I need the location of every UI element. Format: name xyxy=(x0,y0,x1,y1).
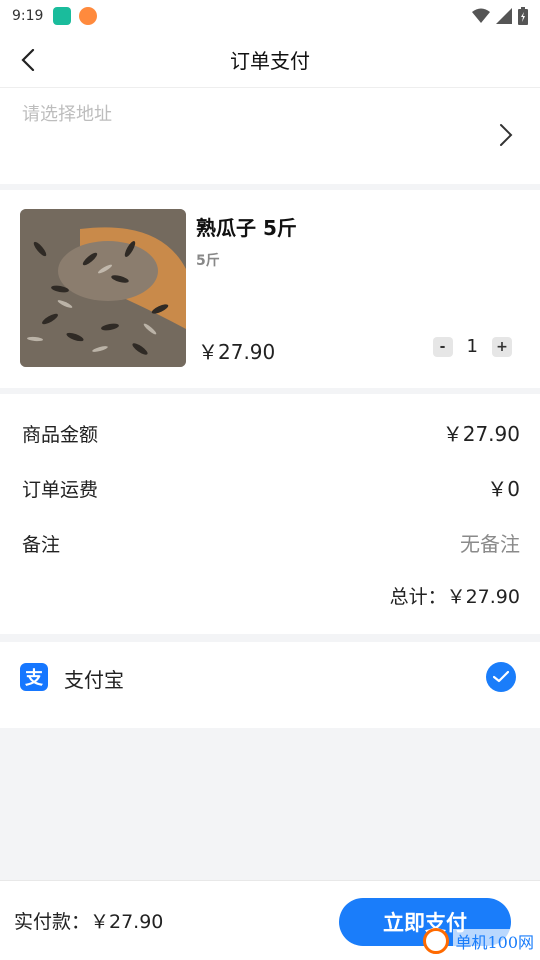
payable-amount: 实付款：￥27.90 xyxy=(14,911,164,933)
address-placeholder: 请选择地址 xyxy=(22,104,112,125)
product-name: 熟瓜子 5斤 xyxy=(196,216,297,240)
product-spec: 5斤 xyxy=(196,253,220,269)
payment-method-alipay[interactable]: 支 支付宝 xyxy=(0,642,540,728)
payment-method-label: 支付宝 xyxy=(64,668,124,692)
nav-bar: 订单支付 xyxy=(0,32,540,88)
page-title: 订单支付 xyxy=(230,49,310,73)
order-total: 总计：￥27.90 xyxy=(389,586,520,608)
product-image xyxy=(20,209,186,367)
payment-selected-checkbox[interactable] xyxy=(486,662,516,692)
product-price: ￥27.90 xyxy=(198,340,276,364)
chevron-left-icon xyxy=(21,49,35,71)
app-notification-icon-2 xyxy=(79,7,98,25)
watermark-logo-icon xyxy=(423,928,450,954)
increase-quantity-button[interactable]: + xyxy=(492,336,512,357)
signal-icon xyxy=(496,8,512,24)
remark-value[interactable]: 无备注 xyxy=(460,528,520,557)
watermark-text: 单机100网 xyxy=(453,929,536,953)
status-time: 9:19 xyxy=(12,8,44,24)
summary-label: 商品金额 xyxy=(22,424,99,446)
status-indicators xyxy=(472,7,528,25)
chevron-right-icon xyxy=(494,122,518,148)
summary-row-shipping: 订单运费 ￥0 xyxy=(22,475,520,502)
decrease-quantity-button[interactable]: - xyxy=(432,336,453,357)
quantity-value: 1 xyxy=(466,336,478,357)
summary-label: 备注 xyxy=(22,534,61,556)
product-card: 熟瓜子 5斤 5斤 ￥27.90 - 1 + xyxy=(0,190,540,388)
battery-icon xyxy=(518,7,528,25)
alipay-icon: 支 xyxy=(20,663,48,691)
wifi-icon xyxy=(472,8,490,23)
summary-value: ￥0 xyxy=(487,477,520,501)
checkmark-icon xyxy=(493,671,509,683)
order-summary: 商品金额 ￥27.90 订单运费 ￥0 备注 无备注 总计：￥27.90 xyxy=(0,394,540,634)
summary-row-remark[interactable]: 备注 无备注 xyxy=(22,530,520,557)
app-notification-icon xyxy=(53,7,72,25)
quantity-stepper: - 1 + xyxy=(432,336,512,357)
address-selector[interactable]: 请选择地址 xyxy=(0,88,540,184)
back-button[interactable] xyxy=(14,46,42,74)
status-bar: 9:19 xyxy=(0,0,540,32)
summary-value: ￥27.90 xyxy=(442,422,520,446)
summary-label: 订单运费 xyxy=(22,479,99,501)
watermark: 单机100网 xyxy=(423,928,536,954)
summary-row-goods: 商品金额 ￥27.90 xyxy=(22,420,520,447)
checkout-bar: 实付款：￥27.90 立即支付 单机100网 xyxy=(0,880,540,960)
